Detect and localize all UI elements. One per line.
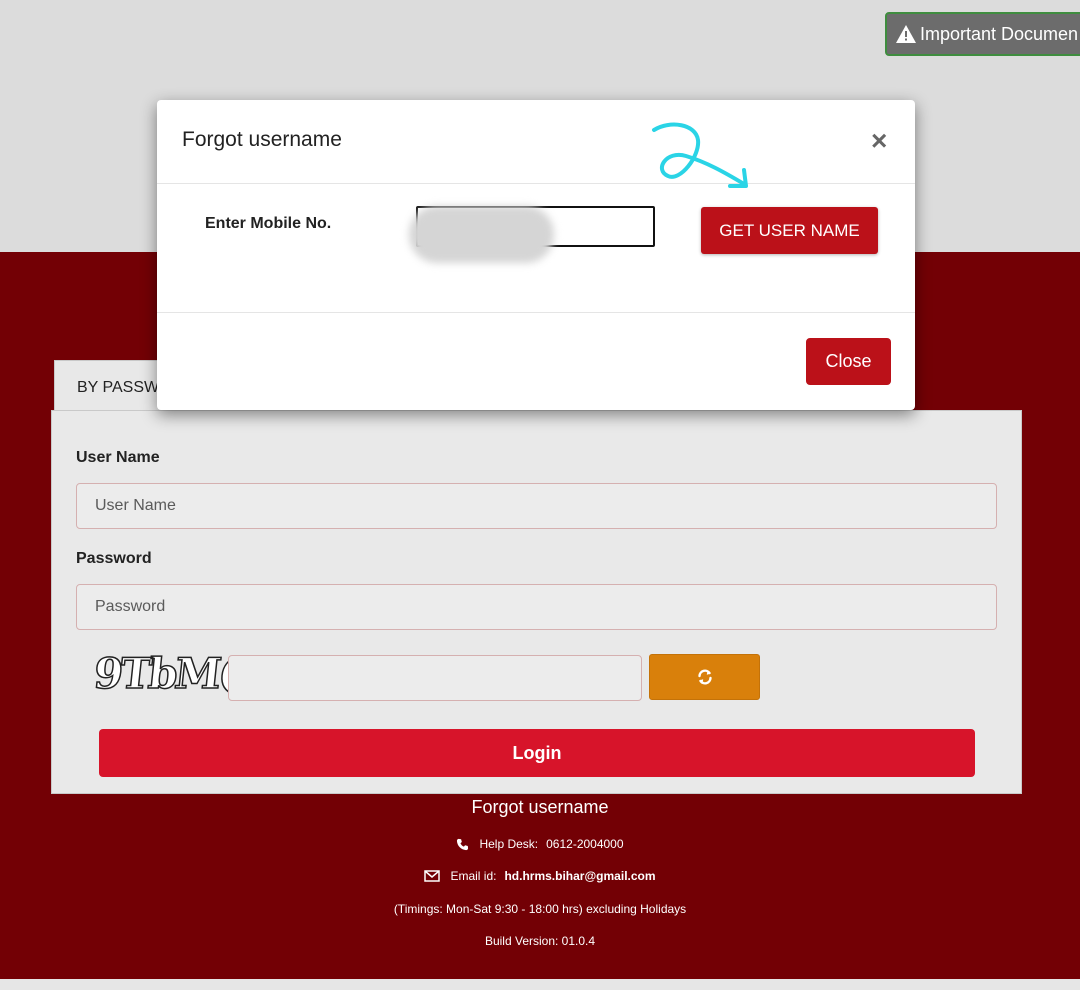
captcha-image: 9TbM( — [91, 648, 239, 699]
modal-footer-divider — [157, 312, 915, 313]
captcha-input[interactable] — [228, 655, 642, 701]
helpdesk-label: Help Desk: — [479, 837, 539, 851]
password-label: Password — [76, 550, 152, 567]
email-line: Email id: hd.hrms.bihar@gmail.com — [0, 869, 1080, 883]
refresh-icon — [697, 669, 712, 685]
mobile-label: Enter Mobile No. — [205, 215, 332, 232]
redaction-blur — [409, 206, 554, 263]
phone-icon — [457, 838, 469, 850]
refresh-captcha-button[interactable] — [649, 654, 760, 700]
login-panel: User Name Password 9TbM( Login — [51, 410, 1022, 794]
helpdesk-line: Help Desk: 0612-2004000 — [0, 837, 1080, 851]
modal-title: Forgot username — [182, 128, 342, 151]
modal-header-divider — [157, 183, 915, 184]
helpdesk-phone: 0612-2004000 — [546, 837, 624, 851]
build-version: Build Version: 01.0.4 — [484, 934, 596, 948]
envelope-icon — [424, 870, 441, 882]
important-documents-button[interactable]: Important Documen — [885, 12, 1080, 56]
username-label: User Name — [76, 449, 160, 466]
annotation-arrow-icon — [652, 122, 748, 188]
modal-close-button[interactable]: Close — [806, 338, 891, 385]
login-button[interactable]: Login — [99, 729, 975, 777]
email-label: Email id: — [450, 869, 497, 883]
password-input[interactable] — [76, 584, 997, 630]
get-user-name-button[interactable]: GET USER NAME — [701, 207, 878, 254]
forgot-username-link[interactable]: Forgot username — [0, 797, 1080, 818]
email-value[interactable]: hd.hrms.bihar@gmail.com — [504, 869, 655, 883]
username-input[interactable] — [76, 483, 997, 529]
bottom-strip — [0, 979, 1080, 990]
important-documents-label: Important Documen — [920, 23, 1079, 44]
forgot-username-modal: Forgot username × Enter Mobile No. GET U… — [157, 100, 915, 410]
warning-icon — [896, 25, 916, 43]
modal-close-icon[interactable]: × — [871, 127, 887, 155]
timings-text: (Timings: Mon-Sat 9:30 - 18:00 hrs) excl… — [393, 902, 687, 916]
